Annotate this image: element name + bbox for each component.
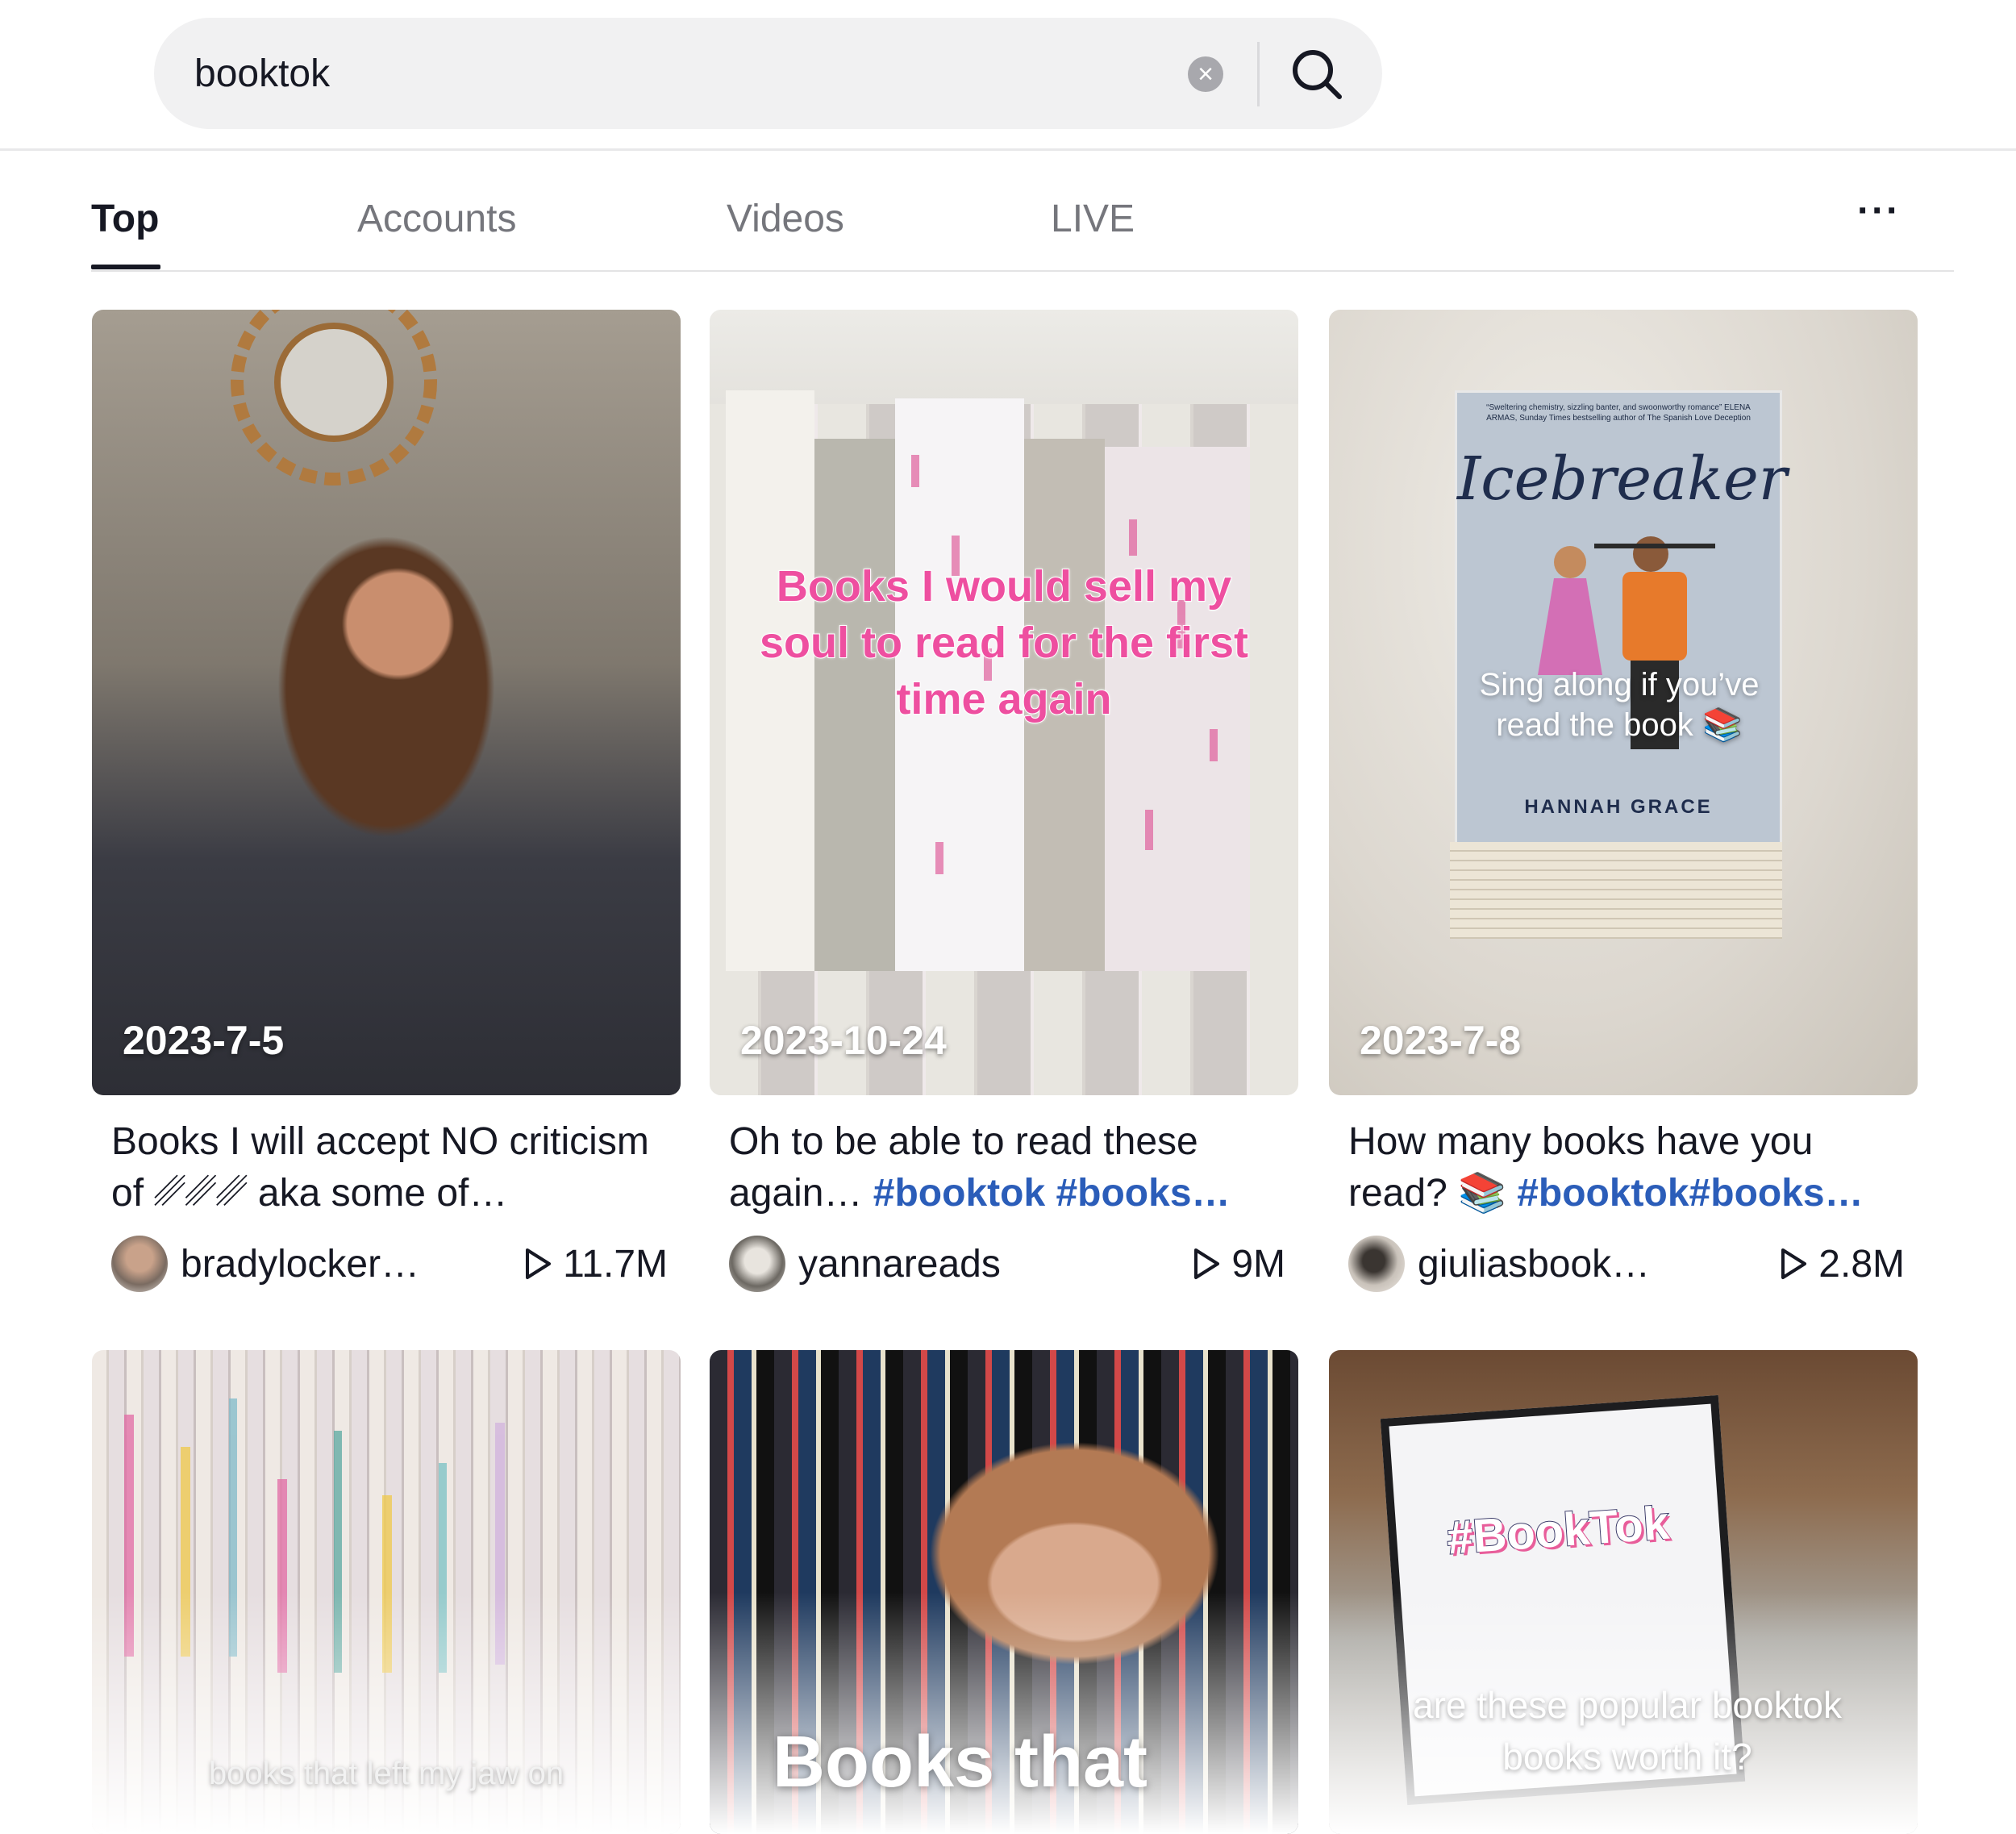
search-input[interactable] — [194, 18, 1283, 129]
view-count-value: 2.8M — [1818, 1243, 1905, 1286]
video-date: 2023-7-8 — [1360, 1018, 1522, 1063]
view-count-value: 11.7M — [563, 1243, 668, 1286]
play-icon — [1781, 1248, 1807, 1279]
video-overlay-text: Sing along if you’ve read the book 📚 — [1479, 667, 1760, 743]
video-overlay-text: books that left my jaw on — [208, 1756, 564, 1791]
search-bar: × — [154, 18, 1382, 129]
video-date: 2023-10-24 — [740, 1018, 947, 1063]
video-overlay-text: Books I would sell my soul to read for t… — [759, 561, 1249, 724]
video-description[interactable]: How many books have you read? 📚 #booktok… — [1348, 1116, 1905, 1219]
book-cover-blurb: “Sweltering chemistry, sizzling banter, … — [1486, 403, 1751, 423]
tab-live[interactable]: LIVE — [1051, 197, 1135, 241]
search-icon[interactable] — [1288, 45, 1346, 103]
video-thumbnail[interactable]: Books I would sell my soul to read for t… — [710, 310, 1298, 1095]
video-meta: bradylocker… 11.7M — [111, 1236, 668, 1295]
thumbnail-fade — [92, 1592, 681, 1834]
avatar[interactable] — [729, 1236, 785, 1292]
result-tabs: Top Accounts Videos LIVE ··· — [91, 148, 1954, 272]
play-icon — [526, 1248, 552, 1279]
author-name[interactable]: yannareads — [798, 1242, 1001, 1286]
video-meta: giuliasbook… 2.8M — [1348, 1236, 1905, 1295]
mirror-decoration — [231, 310, 437, 486]
search-header: × — [0, 0, 2016, 151]
view-count: 2.8M — [1780, 1242, 1905, 1286]
view-count: 9M — [1193, 1242, 1285, 1286]
video-thumbnail[interactable]: 2023-7-5 — [92, 310, 681, 1095]
tab-videos[interactable]: Videos — [727, 197, 844, 241]
clear-icon[interactable]: × — [1188, 56, 1223, 92]
tab-top[interactable]: Top — [91, 197, 159, 241]
author-name[interactable]: giuliasbook… — [1418, 1242, 1650, 1286]
book-cover: “Sweltering chemistry, sizzling banter, … — [1455, 390, 1788, 847]
play-icon — [1194, 1248, 1220, 1279]
tab-accounts[interactable]: Accounts — [357, 197, 516, 241]
book-cover-author: HANNAH GRACE — [1524, 796, 1713, 818]
video-date: 2023-7-5 — [123, 1018, 285, 1063]
video-thumbnail[interactable]: Books that — [710, 1350, 1298, 1834]
active-tab-indicator — [91, 265, 160, 269]
video-overlay-text: are these popular booktok books worth it… — [1413, 1684, 1842, 1778]
more-options-button[interactable]: ··· — [1857, 189, 1901, 233]
author-name[interactable]: bradylocker… — [181, 1242, 419, 1286]
book-stack-pages — [1450, 842, 1782, 939]
view-count-value: 9M — [1231, 1243, 1285, 1286]
search-divider — [1257, 42, 1260, 106]
video-overlay-text: Books that — [773, 1722, 1148, 1803]
book-cover-title: Icebreaker — [1457, 444, 1788, 514]
video-thumbnail[interactable]: books that left my jaw on — [92, 1350, 681, 1834]
video-description[interactable]: Oh to be able to read these again… #book… — [729, 1116, 1285, 1219]
hashtag-link[interactable]: #booktok#books… — [1517, 1172, 1863, 1215]
video-meta: yannareads 9M — [729, 1236, 1285, 1295]
sign-title: #BookTok — [1444, 1496, 1672, 1565]
avatar[interactable] — [1348, 1236, 1405, 1292]
hashtag-link[interactable]: #booktok #books… — [873, 1172, 1231, 1215]
video-description[interactable]: Books I will accept NO criticism of ␥␥␥ … — [111, 1116, 668, 1219]
avatar[interactable] — [111, 1236, 168, 1292]
video-thumbnail[interactable]: #BookTok are these popular booktok books… — [1329, 1350, 1918, 1834]
video-thumbnail[interactable]: “Sweltering chemistry, sizzling banter, … — [1329, 310, 1918, 1095]
view-count: 11.7M — [524, 1242, 668, 1286]
